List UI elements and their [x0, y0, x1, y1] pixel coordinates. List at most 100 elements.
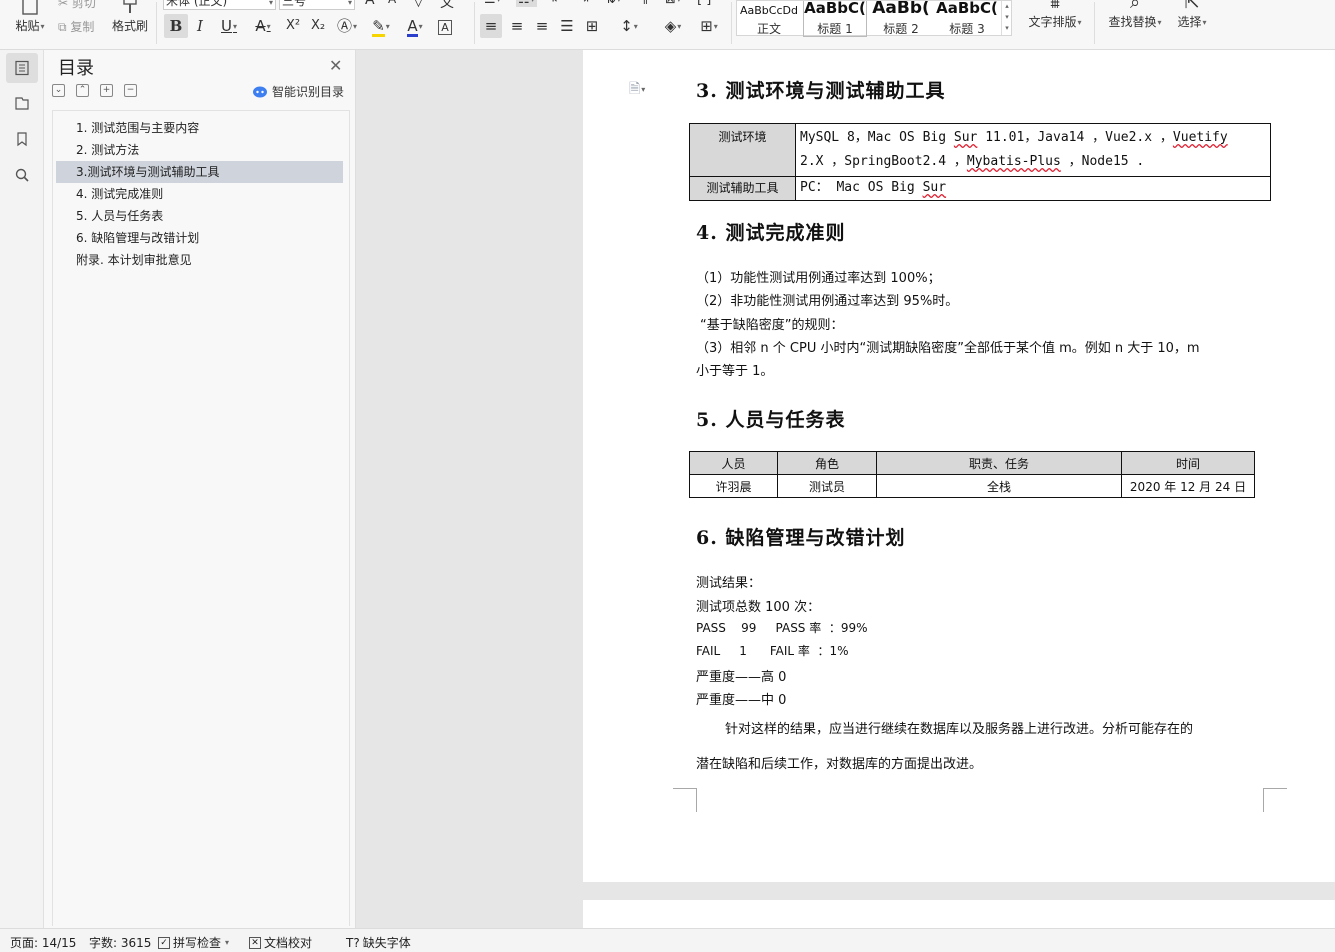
smart-toc-label: 智能识别目录: [272, 85, 345, 99]
superscript-icon: X²: [285, 18, 301, 33]
doc-proof-button[interactable]: ✕ 文档校对: [249, 934, 312, 951]
toc-tab[interactable]: [6, 53, 38, 83]
spell-error: Mybatis-Plus: [966, 154, 1061, 169]
style-name: 标题 2: [883, 22, 919, 36]
cursor-icon: ⇱: [1184, 0, 1200, 13]
style-heading-3[interactable]: AaBbC( 标题 3: [935, 1, 999, 37]
env-text: 11.01，Java14 ，Vue2.x ，: [977, 130, 1173, 145]
bullet-list-button[interactable]: ☰▾: [484, 0, 501, 7]
char-border-button[interactable]: A: [434, 14, 456, 38]
smart-toc-button[interactable]: 智能识别目录: [252, 83, 344, 100]
text-layout-button[interactable]: ⩩ 文字排版▾: [1026, 0, 1084, 30]
missing-font-icon: T?: [346, 935, 360, 950]
remove-item-icon[interactable]: −: [124, 84, 137, 97]
font-name-select[interactable]: 宋体 (正文) ▾: [163, 0, 276, 10]
asian-layout-button[interactable]: ⊠▾: [665, 0, 681, 7]
toc-item[interactable]: 5. 人员与任务表: [56, 205, 343, 227]
format-painter-label: 格式刷: [111, 19, 148, 33]
section-tab[interactable]: [6, 88, 38, 118]
style-normal[interactable]: AaBbCcDd 正文: [737, 1, 801, 37]
add-item-icon[interactable]: +: [100, 84, 113, 97]
copy-button[interactable]: ⧉ 复制: [58, 18, 94, 35]
select-label: 选择: [1177, 15, 1202, 29]
bold-icon: B: [169, 17, 183, 35]
format-painter-button[interactable]: 格式刷: [110, 0, 150, 34]
expand-all-icon[interactable]: ⌄: [52, 84, 65, 97]
bold-button[interactable]: B: [164, 14, 188, 38]
paint-bucket-icon: ◈: [664, 17, 677, 35]
line-spacing-button[interactable]: ↕▾: [614, 14, 644, 38]
subscript-icon: X₂: [310, 18, 326, 33]
paste-button[interactable]: 粘贴▾: [10, 0, 50, 34]
ribbon-toolbar: 粘贴▾ ✂ 剪切 ⧉ 复制 格式刷 宋体 (正文)▾ 三号▾ A A ◊ 文 B…: [0, 0, 1335, 50]
underline-button[interactable]: U▾: [214, 14, 244, 38]
close-icon[interactable]: ✕: [329, 56, 342, 75]
criteria-line: （3）相邻 n 个 CPU 小时内“测试期缺陷密度”全部低于某个值 m。例如 n…: [696, 341, 1200, 356]
shading-button[interactable]: ◈▾: [658, 14, 688, 38]
text-effect-button[interactable]: Ⓐ▾: [333, 14, 361, 38]
toc-item[interactable]: 1. 测试范围与主要内容: [56, 117, 343, 139]
outdent-button[interactable]: ⇤: [552, 0, 563, 7]
toc-item[interactable]: 4. 测试完成准则: [56, 183, 343, 205]
phonetic-button[interactable]: 文: [440, 0, 454, 12]
next-page[interactable]: [583, 900, 1335, 928]
find-replace-button[interactable]: ⌕ 查找替换▾: [1106, 0, 1164, 30]
strikethrough-button[interactable]: A▾: [248, 14, 278, 38]
format-painter-icon: [123, 0, 137, 13]
toc-item[interactable]: 2. 测试方法: [56, 139, 343, 161]
distribute-button[interactable]: ⊞: [581, 14, 603, 38]
spell-error: Sur: [922, 180, 947, 195]
document-page[interactable]: 🗎▾ 3. 测试环境与测试辅助工具 测试环境 MySQL 8，Mac OS Bi…: [583, 50, 1335, 882]
page-indicator[interactable]: 页面: 14/15: [10, 934, 76, 951]
align-left-button[interactable]: ≡: [480, 14, 502, 38]
staff-table: 人员 角色 职责、任务 时间 许羽晨 测试员 全栈 2020 年 12 月 24…: [689, 451, 1255, 498]
sort-button[interactable]: ⇅▾: [605, 0, 621, 7]
crop-mark: [673, 788, 697, 812]
search-tab[interactable]: [6, 160, 38, 190]
subscript-button[interactable]: X₂: [307, 14, 329, 38]
ai-bot-icon: [253, 86, 267, 97]
spell-check-button[interactable]: ✓ 拼写检查 ▾: [158, 934, 229, 951]
style-heading-2[interactable]: AaBb( 标题 2: [869, 1, 933, 37]
style-heading-1[interactable]: AaBbC( 标题 1: [803, 1, 867, 37]
justify-button[interactable]: ☰: [556, 14, 578, 38]
copy-icon: ⧉: [58, 20, 67, 34]
align-center-button[interactable]: ≡: [506, 14, 528, 38]
collapse-all-icon[interactable]: ⌃: [76, 84, 89, 97]
page-count: 页面: 14/15: [10, 936, 77, 950]
styles-scroll[interactable]: ▴ ▾ ▾: [1001, 1, 1012, 35]
bookmark-tab[interactable]: [6, 124, 38, 154]
toc-item[interactable]: 6. 缺陷管理与改错计划: [56, 227, 343, 249]
italic-button[interactable]: I: [190, 14, 210, 38]
select-button[interactable]: ⇱ 选择▾: [1172, 0, 1212, 30]
toc-item-selected[interactable]: 3.测试环境与测试辅助工具: [56, 161, 343, 183]
indent-button[interactable]: ⇥: [578, 0, 589, 7]
spell-check-label: 拼写检查: [173, 936, 222, 950]
document-canvas[interactable]: 🗎▾ 3. 测试环境与测试辅助工具 测试环境 MySQL 8，Mac OS Bi…: [357, 50, 1335, 928]
font-color-button[interactable]: A▾: [400, 14, 430, 38]
borders-icon: ⊞: [700, 17, 713, 35]
superscript-button[interactable]: X²: [282, 14, 304, 38]
align-right-button[interactable]: ≡: [531, 14, 553, 38]
grow-font-button[interactable]: A: [365, 0, 375, 8]
number-list-button[interactable]: ☷▾: [516, 0, 537, 7]
missing-font-button[interactable]: T? 缺失字体: [346, 934, 411, 951]
paragraph-marker-icon[interactable]: 🗎▾: [629, 78, 645, 102]
highlighter-icon: ✎: [372, 17, 385, 37]
show-marks-button[interactable]: ¶: [640, 0, 648, 7]
clear-format-button[interactable]: ◊: [415, 0, 422, 8]
header-cell: 职责、任务: [876, 451, 1122, 475]
font-color-icon: A: [407, 17, 418, 37]
toc-item[interactable]: 附录. 本计划审批意见: [56, 249, 343, 271]
bracket-button[interactable]: [ ]: [697, 0, 711, 7]
font-size-select[interactable]: 三号 ▾: [279, 0, 355, 10]
style-name: 标题 3: [949, 22, 985, 36]
spell-error: Vuetify: [1172, 130, 1228, 145]
char-border-icon: A: [438, 20, 452, 35]
word-count[interactable]: 字数: 3615: [89, 934, 151, 951]
highlight-button[interactable]: ✎▾: [366, 14, 396, 38]
borders-button[interactable]: ⊞▾: [694, 14, 724, 38]
copy-label: 复制: [70, 20, 95, 34]
cut-button[interactable]: ✂ 剪切: [58, 0, 96, 11]
shrink-font-button[interactable]: A: [388, 0, 396, 6]
